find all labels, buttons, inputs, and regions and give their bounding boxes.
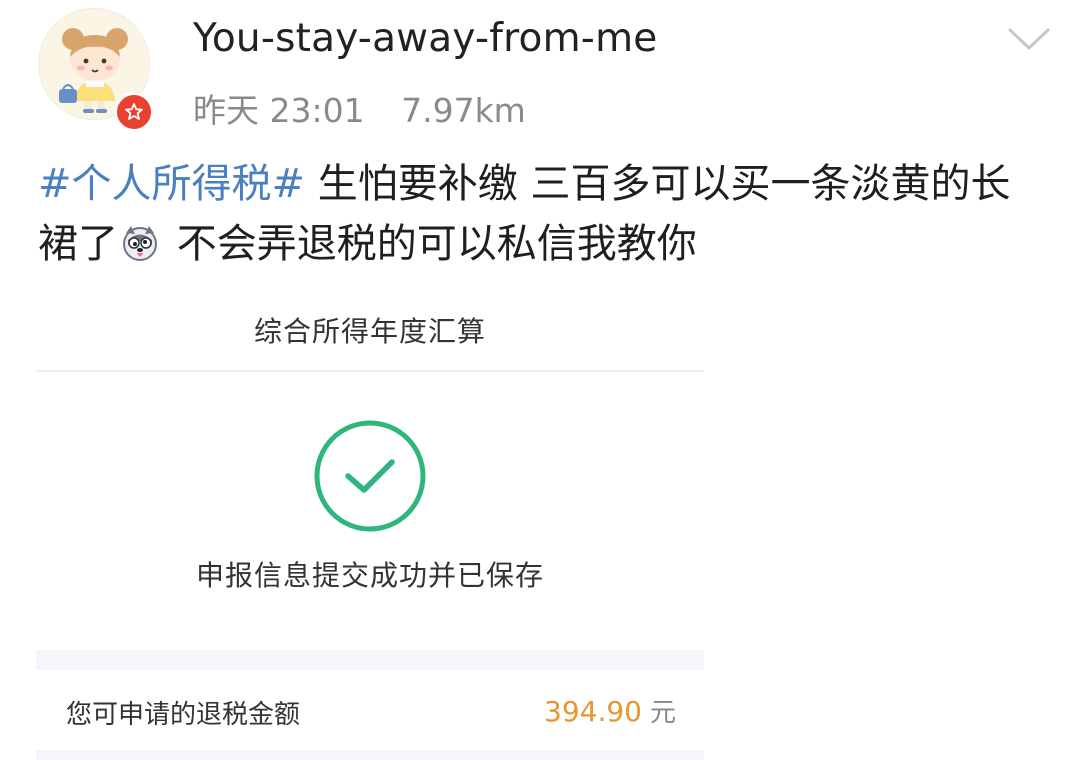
hashtag-link[interactable]: #个人所得税#	[38, 161, 305, 207]
refund-amount: 394.90	[544, 695, 642, 728]
weibo-post: You-stay-away-from-me 昨天 23:01 7.97km #个…	[0, 0, 1080, 760]
post-time: 昨天 23:01	[193, 91, 365, 130]
post-text-part-2: 不会弄退税的可以私信我教你	[164, 221, 697, 267]
avatar[interactable]	[38, 8, 154, 132]
refund-unit: 元	[649, 698, 676, 728]
chevron-down-icon[interactable]	[1006, 22, 1052, 54]
check-circle-icon	[312, 418, 428, 534]
dog-face-icon	[120, 220, 160, 261]
section-gap-bottom	[36, 750, 704, 760]
star-icon	[114, 92, 154, 132]
post-text: #个人所得税# 生怕要补缴 三百多可以买一条淡黄的长裙了 不会弄退税的可以私信我…	[38, 154, 1048, 274]
post-distance: 7.97km	[401, 91, 526, 130]
tax-title: 综合所得年度汇算	[253, 315, 486, 348]
divider	[36, 370, 704, 372]
post-meta: 昨天 23:01 7.97km	[193, 84, 552, 132]
refund-value: 394.90 元	[544, 692, 676, 729]
success-message: 申报信息提交成功并已保存	[195, 559, 544, 592]
tax-screenshot[interactable]: 综合所得年度汇算 申报信息提交成功并已保存 您可申请的退税金额 394.90 元	[36, 296, 704, 760]
section-gap	[36, 650, 704, 670]
username[interactable]: You-stay-away-from-me	[193, 16, 657, 61]
refund-row[interactable]: 您可申请的退税金额 394.90 元	[36, 670, 704, 750]
refund-label: 您可申请的退税金额	[66, 700, 301, 730]
